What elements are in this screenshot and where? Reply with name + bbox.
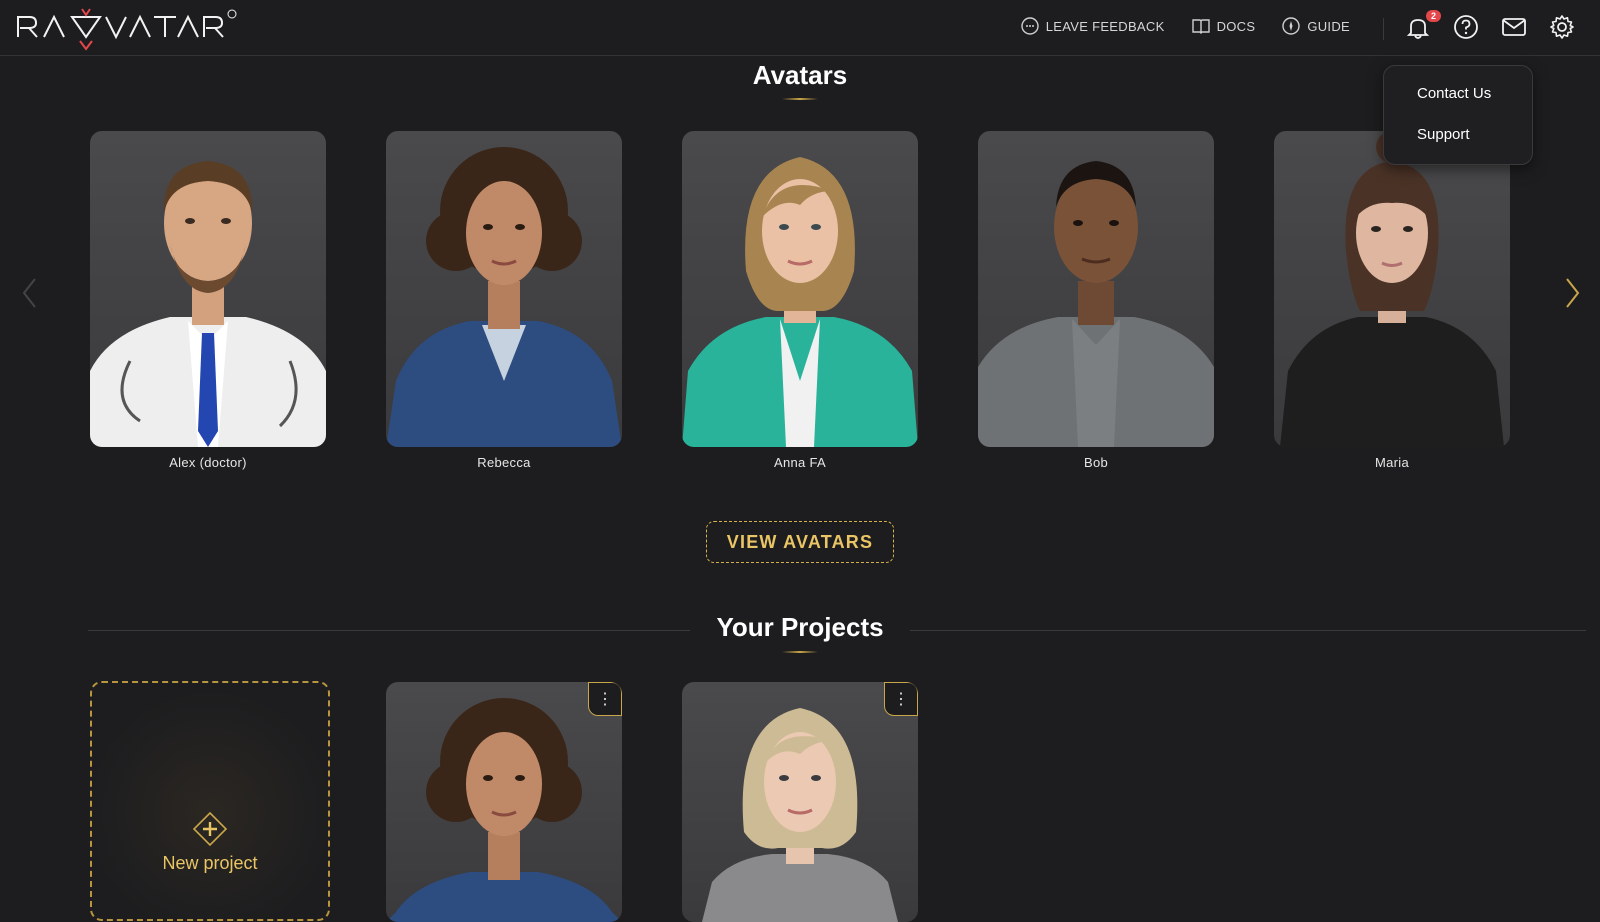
top-bar: LEAVE FEEDBACK DOCS GUIDE 2 (0, 0, 1600, 56)
nav-divider (1383, 18, 1384, 40)
leave-feedback-label: LEAVE FEEDBACK (1045, 18, 1165, 34)
docs-label: DOCS (1216, 18, 1256, 34)
mail-button[interactable] (1501, 14, 1527, 40)
new-project-label: New project (162, 853, 258, 873)
guide-link[interactable]: GUIDE (1281, 16, 1350, 36)
mail-dropdown-menu: Contact Us Support (1383, 65, 1533, 165)
avatar-portrait-alex (90, 161, 326, 447)
projects-title-underline (782, 651, 818, 653)
avatar-name-maria: Maria (1374, 455, 1409, 470)
avatar-card-maria[interactable] (1274, 131, 1510, 447)
logo-mark-icon (17, 8, 237, 51)
avatar-portrait-bob (978, 161, 1214, 447)
kebab-icon: ⋮ (893, 691, 909, 708)
carousel-prev-button[interactable] (15, 276, 45, 310)
help-button[interactable] (1453, 14, 1479, 40)
avatar-card-bob[interactable] (978, 131, 1214, 447)
project-1-menu-button[interactable]: ⋮ (588, 682, 622, 716)
avatar-card-anna[interactable] (682, 131, 918, 447)
avatar-name-alex: Alex (doctor) (169, 455, 247, 470)
carousel-next-button[interactable] (1557, 276, 1587, 310)
avatar-name-rebecca: Rebecca (477, 455, 531, 470)
notification-badge: 2 (1425, 10, 1441, 22)
avatar-portrait-rebecca (386, 147, 622, 447)
docs-link[interactable]: DOCS (1191, 16, 1256, 36)
question-icon (1454, 15, 1478, 39)
avatars-title-underline (782, 98, 818, 100)
avatar-card-rebecca[interactable] (386, 131, 622, 447)
project-2-menu-button[interactable]: ⋮ (884, 682, 918, 716)
new-project-card[interactable]: New project (90, 681, 330, 921)
menu-item-support[interactable]: Support (1417, 126, 1470, 143)
chevron-right-icon (1566, 278, 1580, 308)
avatar-name-anna: Anna FA (774, 455, 826, 470)
ravatar-logo[interactable] (16, 8, 238, 51)
leave-feedback-link[interactable]: LEAVE FEEDBACK (1020, 16, 1165, 36)
avatar-card-alex[interactable] (90, 131, 326, 447)
gear-icon (1550, 15, 1574, 39)
chat-bubble-icon (1021, 17, 1039, 35)
settings-button[interactable] (1549, 14, 1575, 40)
projects-title: Your Projects (716, 612, 884, 642)
guide-label: GUIDE (1307, 18, 1350, 34)
notifications-button[interactable]: 2 (1405, 10, 1441, 40)
avatar-name-bob: Bob (1083, 455, 1109, 470)
compass-icon (1282, 17, 1301, 35)
plus-diamond-icon (192, 811, 228, 847)
avatars-title: Avatars (752, 60, 848, 90)
project-card-2[interactable]: ⋮ (682, 682, 918, 922)
kebab-icon: ⋮ (597, 691, 613, 708)
view-avatars-button[interactable]: VIEW AVATARS (706, 521, 894, 563)
envelope-icon (1502, 18, 1526, 36)
project-card-1[interactable]: ⋮ (386, 682, 622, 922)
book-icon (1191, 19, 1210, 34)
menu-item-contact-us[interactable]: Contact Us (1417, 85, 1491, 102)
project-thumbnail-1 (386, 698, 622, 922)
avatar-portrait-anna (682, 157, 918, 447)
chevron-left-icon (22, 278, 36, 308)
avatar-portrait-maria (1280, 131, 1504, 447)
project-thumbnail-2 (702, 708, 898, 922)
